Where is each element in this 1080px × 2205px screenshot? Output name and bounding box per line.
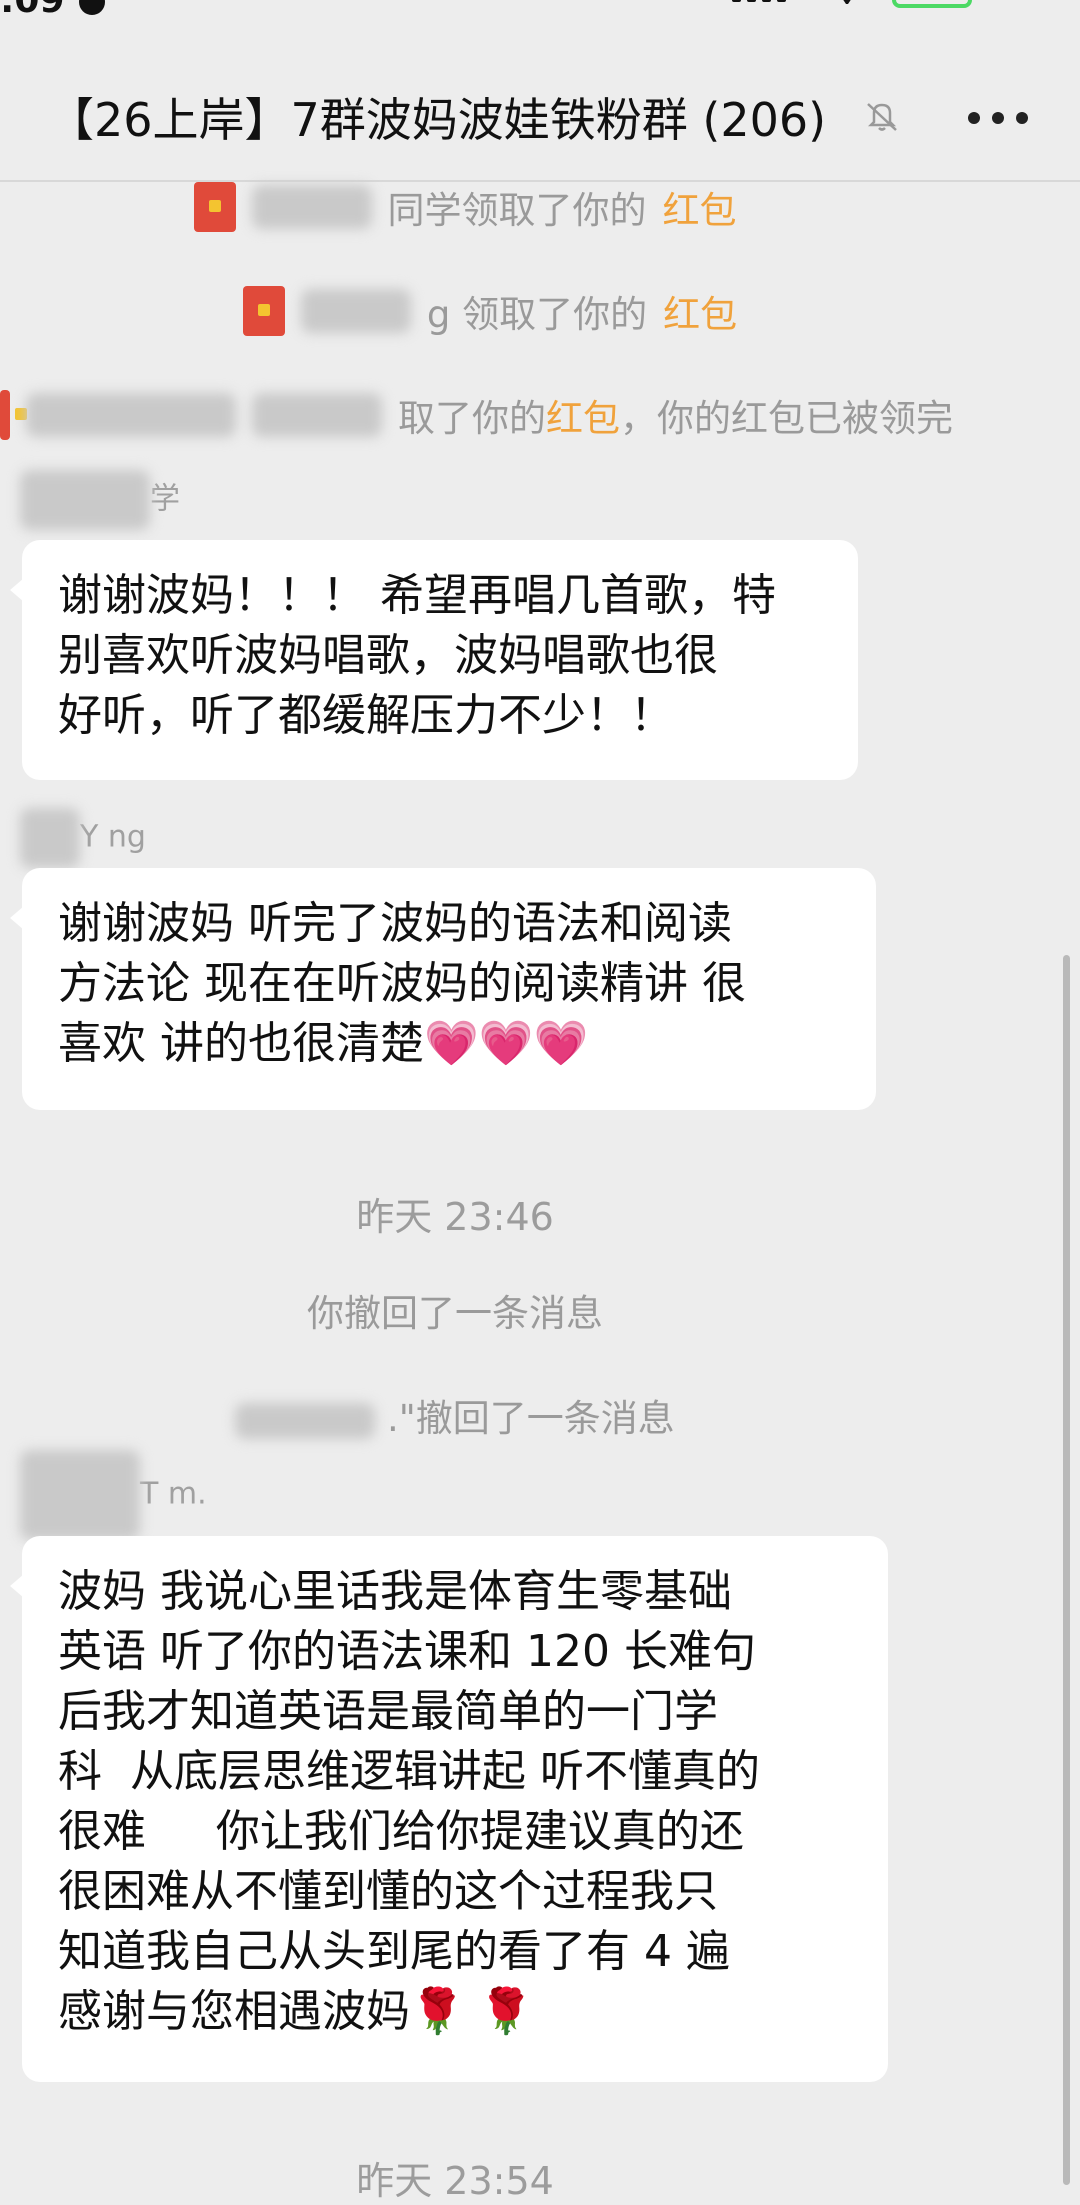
blurred-name — [300, 289, 411, 333]
status-bar: :09 — [0, 0, 1080, 30]
system-message-red-packet: 取了你的 红包 ，你的红包已被领完 — [0, 388, 1080, 449]
chat-title[interactable]: 【26上岸】7群波妈波娃铁粉群 (206) — [48, 84, 826, 150]
blurred-name — [20, 1450, 140, 1540]
blurred-name — [26, 393, 236, 437]
system-message-text: 取了你的 — [398, 397, 546, 440]
system-message-text: g 领取了你的 — [426, 293, 648, 336]
system-message-tail: ，你的红包已被领完 — [620, 397, 953, 440]
message-bubble[interactable]: 谢谢波妈！！！ 希望再唱几首歌，特 别喜欢听波妈唱歌，波妈唱歌也很 好听，听了都… — [10, 540, 858, 780]
sender-name[interactable]: 学 — [20, 470, 180, 530]
system-message-text: 同学领取了你的 — [387, 189, 647, 232]
blurred-name — [20, 808, 80, 868]
message-bubble[interactable]: 谢谢波妈 听完了波妈的语法和阅读 方法论 现在在听波妈的阅读精讲 很 喜欢 讲的… — [10, 868, 876, 1110]
sender-name[interactable]: T m. — [20, 1450, 207, 1540]
message-bubble[interactable]: 波妈 我说心里话我是体育生零基础 英语 听了你的语法课和 120 长难句 后我才… — [10, 1536, 888, 2082]
red-packet-link[interactable]: 红包 — [546, 388, 620, 442]
system-message-red-packet: 同学领取了你的 红包 — [0, 180, 1080, 241]
blurred-name — [20, 470, 150, 530]
red-packet-icon — [193, 182, 236, 232]
blurred-name — [252, 393, 382, 437]
status-time: :09 — [0, 0, 105, 21]
red-packet-icon — [0, 390, 27, 440]
battery-icon — [892, 0, 972, 8]
sender-name[interactable]: Y ng — [20, 808, 146, 868]
blurred-name — [251, 185, 372, 229]
system-message-red-packet: g 领取了你的 红包 — [0, 284, 1080, 345]
mute-bell-icon — [867, 103, 897, 131]
recall-notice: 你撤回了一条消息 — [307, 1292, 603, 1335]
red-packet-icon — [242, 286, 285, 336]
blurred-name — [235, 1402, 376, 1439]
timestamp: 昨天 23:54 — [356, 2159, 554, 2203]
signal-icon — [732, 0, 786, 2]
recall-notice: ."撤回了一条消息 — [0, 1388, 910, 1442]
red-packet-link[interactable]: 红包 — [663, 284, 737, 338]
chat-header: 【26上岸】7群波妈波娃铁粉群 (206) — [0, 60, 1080, 170]
more-options-icon[interactable] — [968, 112, 1028, 124]
scrollbar[interactable] — [1063, 955, 1070, 2185]
red-packet-link[interactable]: 红包 — [663, 180, 737, 234]
timestamp: 昨天 23:46 — [356, 1195, 554, 1239]
wifi-icon — [834, 0, 860, 8]
